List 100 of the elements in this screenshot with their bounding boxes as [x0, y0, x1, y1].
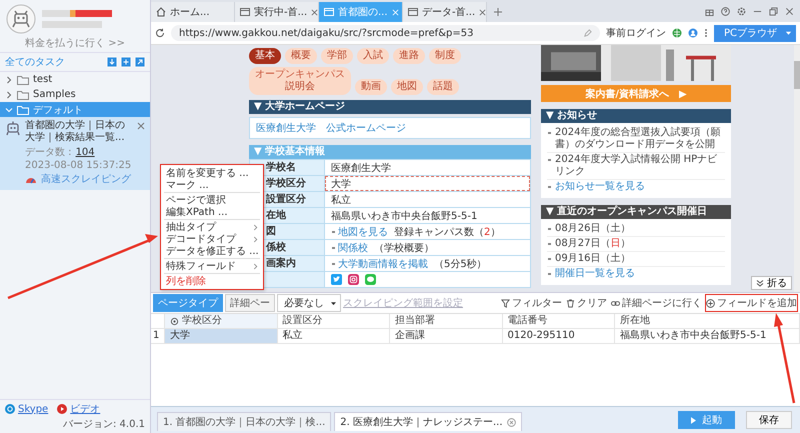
page-icon [408, 7, 418, 17]
login-link[interactable]: 事前ログイン [606, 26, 666, 40]
chat-icon[interactable] [365, 274, 376, 285]
data-count-link[interactable]: 104 [76, 146, 95, 158]
clear-button[interactable]: クリア [565, 294, 608, 312]
nav-pill[interactable]: 話題 [427, 79, 459, 95]
task-time: 2023-08-08 15:37:25 [25, 160, 132, 171]
pencil-icon[interactable] [582, 28, 592, 38]
collapse-button[interactable]: 折る [751, 276, 792, 290]
browser-tab[interactable]: データ-首... [403, 2, 487, 22]
section-header: ▼ 学校基本情報 [249, 145, 531, 159]
close-icon[interactable] [479, 8, 486, 16]
link[interactable]: 関係校 [331, 240, 368, 254]
restore-icon[interactable] [769, 7, 778, 16]
link[interactable]: 大学動画情報を掲載 [331, 256, 428, 270]
close-icon[interactable] [506, 418, 516, 426]
section-header: ▼ お知らせ [541, 109, 731, 123]
table-cell: 福島県いわき市中央台飯野5-5-1 [615, 329, 800, 344]
nav-pill[interactable]: 地図 [391, 79, 423, 95]
video-link[interactable]: ビデオ [70, 402, 100, 416]
add-folder-icon[interactable] [121, 57, 131, 67]
page-icon [324, 7, 334, 17]
help-icon[interactable] [721, 7, 730, 16]
close-icon[interactable] [311, 8, 318, 16]
user-icon[interactable] [688, 28, 698, 38]
nav-pill[interactable]: 基本 [249, 48, 281, 64]
url-field[interactable]: https://www.gakkou.net/daigaku/src/?srcmode=pref&p=53 [171, 25, 600, 41]
table-cell: 私立 [278, 329, 390, 344]
nav-pill[interactable]: 制度 [429, 48, 461, 64]
homepage-link[interactable]: 医療創生大学 公式ホームページ [256, 123, 406, 134]
filter-icon [501, 298, 510, 308]
filter-button[interactable]: フィルター [500, 294, 563, 312]
notice-text: 2024年度大学入試情報公開 HPナビリンク [547, 153, 725, 180]
run-tab[interactable]: 1. 首都圏の大学｜日本の大学｜検... [157, 412, 332, 431]
close-icon[interactable] [785, 7, 794, 16]
add-button[interactable]: フィールドを追加 [705, 294, 798, 312]
nav-pill[interactable]: 進路 [393, 48, 425, 64]
target-icon [170, 316, 179, 326]
browser-tab[interactable]: ホーム... [151, 2, 235, 22]
camera-icon[interactable] [348, 274, 359, 285]
settings-icon[interactable] [737, 7, 746, 16]
date-text: 08月26日（土） [547, 222, 725, 237]
column-header[interactable]: 担当部署 [390, 314, 502, 329]
video-icon [57, 404, 68, 414]
skype-link[interactable]: Skype [18, 404, 48, 414]
nav-pill[interactable]: 動画 [355, 79, 387, 95]
menu-item[interactable]: 列を削除 [161, 275, 263, 287]
menu-item[interactable]: 特殊フィールド [161, 260, 263, 272]
nav-pill[interactable]: 入試 [357, 48, 389, 64]
more-icon[interactable] [704, 28, 708, 38]
globe-icon[interactable] [672, 28, 682, 38]
value-text: 福島県いわき市中央台飯野5-5-1 [331, 210, 478, 222]
task-title: 首都圏の大学｜日本の大学｜検索結果一覧... [25, 120, 126, 144]
close-icon[interactable] [137, 122, 145, 130]
caret-icon[interactable] [785, 30, 792, 36]
dates-link[interactable]: 開催日一覧を見る [547, 267, 725, 281]
link[interactable]: 地図を見る [331, 224, 388, 238]
save-button[interactable]: 保存 [746, 411, 792, 429]
chevron-icon [756, 279, 764, 287]
task-card[interactable]: 首都圏の大学｜日本の大学｜検索結果一覧... データ数 : 104 2023-08-08 15:37:25 高速スクレイピング [0, 117, 150, 190]
folder-item[interactable]: test [0, 72, 150, 87]
avatar-icon [6, 4, 36, 34]
value-text: 登録キャンパス数（2） [394, 226, 500, 238]
column-header[interactable]: 設置区分 [278, 314, 390, 329]
home-icon [156, 7, 166, 17]
page-type-tab[interactable]: 詳細ペー [225, 294, 275, 312]
trash-icon [566, 298, 575, 308]
nav-pill[interactable]: 概要 [285, 48, 317, 64]
dropdown[interactable]: 必要なし [277, 294, 341, 312]
data-count-label: データ数 : [25, 146, 72, 159]
folder-item[interactable]: Samples [0, 87, 150, 102]
browser-tab[interactable]: 実行中-首... [235, 2, 319, 22]
section-title: 全てのタスク [5, 56, 66, 69]
chevron-icon[interactable] [5, 76, 13, 84]
nav-pill[interactable]: オープンキャンパス 説明会 [249, 67, 351, 95]
folder-icon [17, 90, 29, 100]
export-icon[interactable] [135, 57, 145, 67]
value-text: 私立 [331, 194, 351, 206]
skype-icon [5, 404, 15, 414]
chevron-icon[interactable] [5, 106, 13, 114]
page-icon [240, 7, 250, 17]
chevron-icon [253, 262, 258, 270]
notices-link[interactable]: お知らせ一覧を見る [547, 180, 725, 194]
plus-icon [706, 298, 715, 308]
chevron-icon[interactable] [5, 90, 13, 98]
import-icon[interactable] [107, 57, 117, 67]
reload-icon[interactable] [155, 28, 165, 38]
folder-icon [17, 104, 29, 114]
run-tab[interactable]: 2. 医療創生大学｜ナレッジステー... [334, 412, 522, 431]
menu-item[interactable]: 抽出タイプ [161, 221, 263, 233]
scrollbar[interactable] [794, 45, 800, 292]
link-button[interactable]: 詳細ページに行く [610, 294, 703, 312]
nav-pill[interactable]: 学部 [321, 48, 353, 64]
blurred-block [42, 21, 102, 28]
caret-icon [330, 300, 337, 306]
bird-icon[interactable] [331, 274, 342, 285]
column-header[interactable]: 学校区分 [165, 314, 278, 329]
column-header[interactable]: 電話番号 [502, 314, 615, 329]
link-icon [611, 298, 620, 308]
new-tab-icon[interactable] [493, 7, 503, 17]
